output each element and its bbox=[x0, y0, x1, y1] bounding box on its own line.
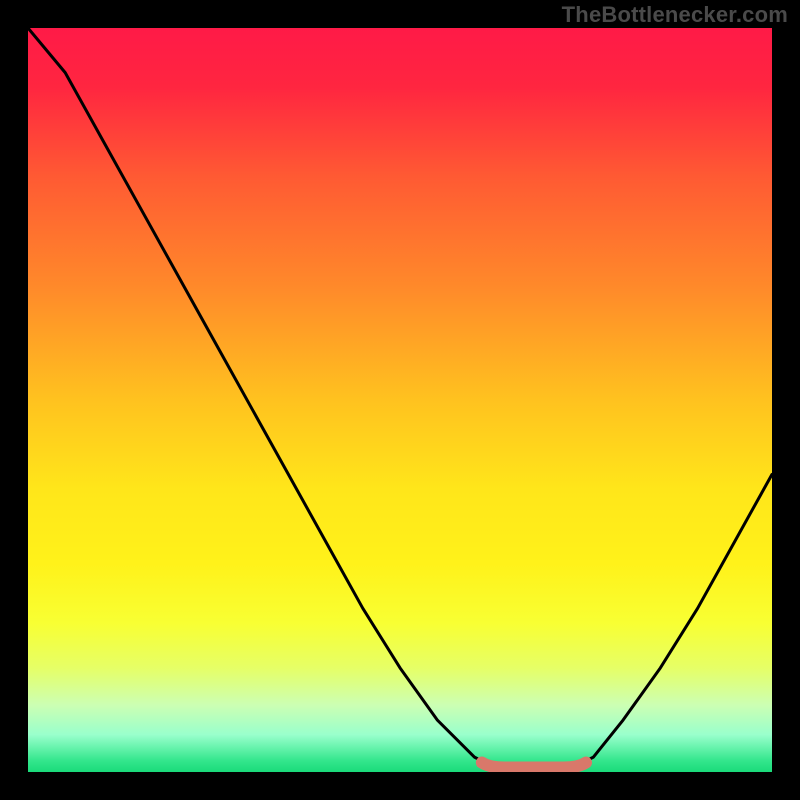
bottleneck-chart bbox=[28, 28, 772, 772]
plot-area bbox=[28, 28, 772, 772]
chart-frame: TheBottlenecker.com bbox=[0, 0, 800, 800]
optimal-range-highlight bbox=[482, 763, 586, 768]
watermark-text: TheBottlenecker.com bbox=[562, 2, 788, 28]
gradient-background bbox=[28, 28, 772, 772]
